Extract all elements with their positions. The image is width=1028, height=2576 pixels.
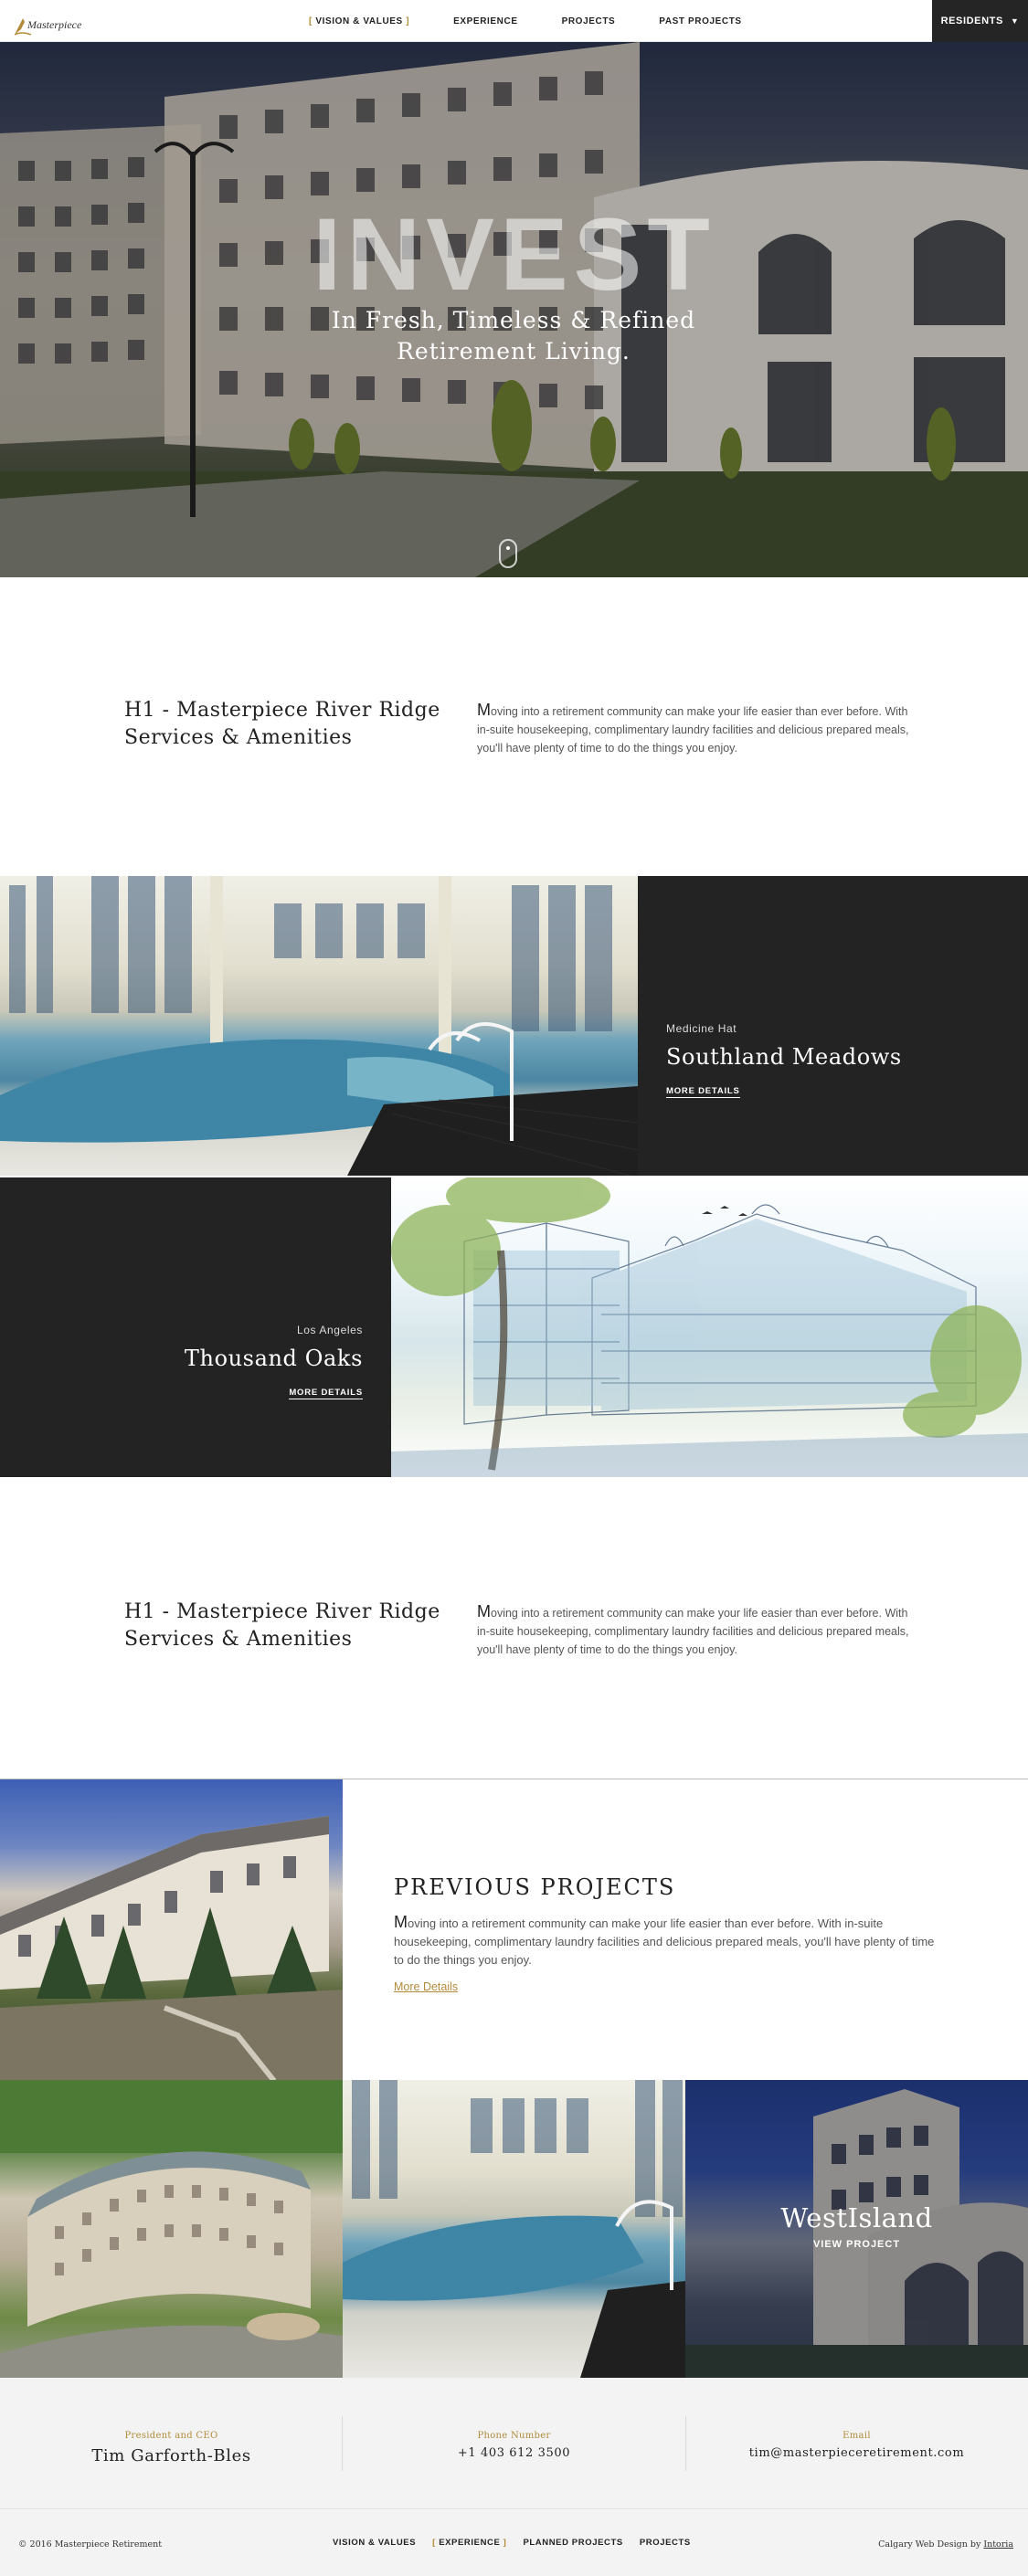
contact-email: Email tim@masterpieceretirement.com <box>685 2378 1028 2508</box>
previous-project-photo <box>0 1779 343 2081</box>
intro-heading: H1 - Masterpiece River Ridge Services & … <box>124 1600 440 1651</box>
phone-link[interactable]: +1 403 612 3500 <box>343 2446 685 2460</box>
top-navigation: Masterpiece VISION & VALUES EXPERIENCE P… <box>0 0 1028 42</box>
more-details-link[interactable]: MORE DETAILS <box>289 1388 363 1399</box>
pool-image <box>0 876 638 1176</box>
previous-projects-text: PREVIOUS PROJECTS Moving into a retireme… <box>394 1874 942 1995</box>
project-row-thousand-oaks: Los Angeles Thousand Oaks MORE DETAILS <box>0 1177 1028 1477</box>
previous-projects-heading: PREVIOUS PROJECTS <box>394 1874 676 1900</box>
main-menu: VISION & VALUES EXPERIENCE PROJECTS PAST… <box>309 0 786 42</box>
email-link[interactable]: tim@masterpieceretirement.com <box>685 2446 1028 2460</box>
intro-paragraph: Moving into a retirement community can m… <box>477 1602 911 1659</box>
contact-phone: Phone Number +1 403 612 3500 <box>343 2378 685 2508</box>
project-name: Southland Meadows <box>666 1044 902 1070</box>
gallery-tile-westisland[interactable]: WestIsland VIEW PROJECT <box>685 2080 1028 2378</box>
townhouse-image <box>0 1816 343 2081</box>
hero-title: INVEST <box>313 197 715 311</box>
more-details-link[interactable]: MORE DETAILS <box>666 1086 740 1098</box>
view-project-link[interactable]: VIEW PROJECT <box>685 2239 1028 2250</box>
footer-link-planned-projects[interactable]: PLANNED PROJECTS <box>523 2538 622 2548</box>
previous-more-details-link[interactable]: More Details <box>394 1980 458 1993</box>
sketch-image <box>391 1177 1028 1477</box>
intro-heading: H1 - Masterpiece River Ridge Services & … <box>124 699 440 749</box>
nav-link-vision-values[interactable]: VISION & VALUES <box>309 16 409 26</box>
nav-link-projects[interactable]: PROJECTS <box>562 16 616 26</box>
pool-image <box>343 2080 685 2378</box>
aerial-building-image <box>0 2080 343 2378</box>
mouse-scroll-icon[interactable] <box>499 539 517 568</box>
intro-body: oving into a retirement community can ma… <box>477 1607 909 1656</box>
credit-prefix: Calgary Web Design by <box>878 2539 984 2550</box>
project-info-panel: Los Angeles Thousand Oaks MORE DETAILS <box>0 1177 391 1477</box>
project-name: Thousand Oaks <box>184 1346 363 1371</box>
project-location: Los Angeles <box>297 1324 363 1336</box>
drop-cap: M <box>394 1913 408 1931</box>
nav-link-experience[interactable]: EXPERIENCE <box>453 16 517 26</box>
drop-cap: M <box>477 1602 491 1621</box>
residents-label: RESIDENTS <box>940 16 1003 26</box>
hero-subtitle: In Fresh, Timeless & Refined Retirement … <box>331 307 696 364</box>
project-info-panel: Medicine Hat Southland Meadows MORE DETA… <box>638 876 1028 1176</box>
featured-project-title: WestIsland <box>780 2202 933 2233</box>
architectural-sketch <box>391 1177 1028 1477</box>
hero-banner: INVEST In Fresh, Timeless & Refined Reti… <box>0 42 1028 577</box>
copyright-text: © 2016 Masterpiece Retirement <box>18 2539 163 2550</box>
intoria-link[interactable]: Intoria <box>983 2539 1013 2550</box>
contact-label: Phone Number <box>477 2431 551 2441</box>
project-location: Medicine Hat <box>666 1022 737 1035</box>
intro-paragraph: Moving into a retirement community can m… <box>477 701 911 757</box>
project-row-southland: Medicine Hat Southland Meadows MORE DETA… <box>0 876 1028 1176</box>
pool-photo <box>0 876 638 1176</box>
intro-section-1: H1 - Masterpiece River Ridge Services & … <box>0 697 1028 779</box>
contact-president: President and CEO Tim Garforth-Bles <box>0 2378 343 2508</box>
footer-link-experience[interactable]: EXPERIENCE <box>432 2538 506 2548</box>
logo-text: Masterpiece <box>27 18 82 31</box>
previous-projects-body: oving into a retirement community can ma… <box>394 1916 935 1967</box>
residents-menu-button[interactable]: RESIDENTS ▼ <box>932 0 1028 42</box>
previous-projects-section: PREVIOUS PROJECTS Moving into a retireme… <box>0 1779 1028 2081</box>
contact-label: Email <box>843 2431 871 2441</box>
chevron-down-icon: ▼ <box>1010 16 1020 26</box>
gallery-tile-aerial[interactable] <box>0 2080 343 2378</box>
footer: © 2016 Masterpiece Retirement VISION & V… <box>0 2508 1028 2576</box>
previous-projects-paragraph: Moving into a retirement community can m… <box>394 1913 942 1969</box>
footer-menu: VISION & VALUES EXPERIENCE PLANNED PROJE… <box>333 2533 707 2551</box>
gallery-tile-pool[interactable] <box>343 2080 685 2378</box>
footer-link-projects[interactable]: PROJECTS <box>640 2538 691 2548</box>
logo[interactable]: Masterpiece <box>13 7 82 36</box>
contact-label: President and CEO <box>124 2431 218 2441</box>
logo-mark-icon <box>13 13 32 36</box>
footer-link-vision-values[interactable]: VISION & VALUES <box>333 2538 416 2548</box>
nav-link-past-projects[interactable]: PAST PROJECTS <box>659 16 741 26</box>
project-gallery: WestIsland VIEW PROJECT <box>0 2080 1028 2378</box>
design-credit: Calgary Web Design by Intoria <box>878 2539 1013 2550</box>
intro-body: oving into a retirement community can ma… <box>477 705 909 755</box>
contact-bar: President and CEO Tim Garforth-Bles Phon… <box>0 2378 1028 2508</box>
drop-cap: M <box>477 701 491 719</box>
contact-value: Tim Garforth-Bles <box>91 2446 251 2465</box>
intro-section-2: H1 - Masterpiece River Ridge Services & … <box>0 1599 1028 1681</box>
